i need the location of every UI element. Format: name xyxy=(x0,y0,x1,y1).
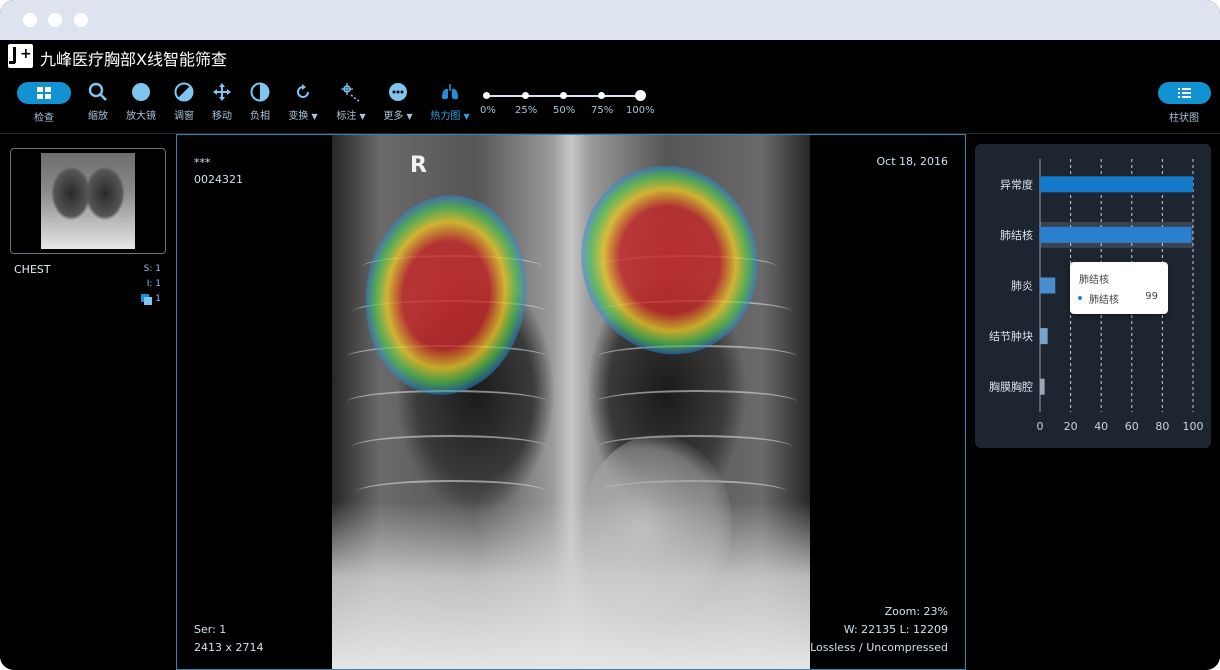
tool-label: 热力图 xyxy=(430,111,461,122)
series-thumbnail[interactable] xyxy=(10,148,166,254)
lungs-icon xyxy=(426,82,474,104)
annotate-icon xyxy=(327,82,375,104)
slider-label: 25% xyxy=(515,105,538,116)
tool-label: 负相 xyxy=(250,111,270,122)
slider-label: 50% xyxy=(553,105,576,116)
toolbar: 检查 缩放 放大镜 调窗 移动 负相 变换 ▼ 标注 ▼ 更多 ▼ 热力图 ▼ … xyxy=(0,72,1220,134)
tooltip-value: 99 xyxy=(1145,291,1158,302)
bar[interactable] xyxy=(1040,226,1192,243)
zoom-readout: Zoom: 23% xyxy=(884,605,948,618)
slider-label: 0% xyxy=(480,105,496,116)
series-label: CHEST xyxy=(14,263,51,276)
tool-annotate[interactable]: 标注 ▼ xyxy=(327,82,375,122)
slider-stop[interactable] xyxy=(598,92,605,99)
list-icon xyxy=(1178,88,1191,98)
series-panel: CHEST S: 1 I: 1 1 xyxy=(0,134,176,670)
chart-panel: 0 20 40 60 80 100 异常度 肺结核 肺炎 结节肿块 胸膜胸腔 xyxy=(966,134,1220,670)
category-label: 胸膜胸腔 xyxy=(989,380,1033,394)
window-dot-2[interactable] xyxy=(48,13,62,27)
stack-icon xyxy=(141,294,153,306)
x-tick-label: 100 xyxy=(1183,420,1204,433)
app-title: 九峰医疗胸部X线智能筛查 xyxy=(40,50,227,69)
magnifier-icon xyxy=(117,82,165,104)
x-tick-label: 60 xyxy=(1125,420,1139,433)
title-bar: + 九峰医疗胸部X线智能筛查 xyxy=(0,40,1220,72)
tool-transform[interactable]: 变换 ▼ xyxy=(279,82,327,122)
tool-label: 标注 xyxy=(336,111,357,122)
chest-xray-image: R xyxy=(332,135,810,669)
orientation-marker: R xyxy=(410,153,427,178)
stack-count: 1 xyxy=(155,294,161,304)
window-level-readout: W: 22135 L: 12209 xyxy=(843,623,948,636)
inspect-label: 检查 xyxy=(34,113,54,124)
slider-stop[interactable] xyxy=(522,92,529,99)
app-window: + 九峰医疗胸部X线智能筛查 检查 缩放 放大镜 调窗 移动 负相 变换 ▼ 标… xyxy=(0,0,1220,670)
patient-name: *** xyxy=(194,156,211,169)
window-dot-1[interactable] xyxy=(23,13,37,27)
series-number: Ser: 1 xyxy=(194,623,227,636)
more-icon xyxy=(374,82,422,104)
tool-label: 放大镜 xyxy=(126,111,156,122)
app-logo: + xyxy=(8,44,33,68)
tool-label: 变换 xyxy=(288,111,309,122)
chest-thumbnail-image xyxy=(41,153,135,249)
tool-label: 更多 xyxy=(383,111,404,122)
rotate-icon xyxy=(279,82,327,104)
tooltip-series-label: 肺结核 xyxy=(1089,295,1119,306)
heatmap-slider-knob[interactable] xyxy=(634,90,646,101)
category-label: 肺炎 xyxy=(1011,280,1033,293)
bar[interactable] xyxy=(1040,378,1045,395)
slider-stop[interactable] xyxy=(483,92,490,99)
study-date: Oct 18, 2016 xyxy=(876,155,949,168)
search-icon xyxy=(74,82,122,104)
x-tick-label: 20 xyxy=(1064,420,1078,433)
x-tick-label: 0 xyxy=(1037,420,1044,433)
tool-magnifier[interactable]: 放大镜 xyxy=(117,82,165,122)
window-dot-3[interactable] xyxy=(74,13,88,27)
slider-stop[interactable] xyxy=(560,92,567,99)
chevron-down-icon: ▼ xyxy=(359,112,366,121)
slider-label: 75% xyxy=(591,105,614,116)
patient-id: 0024321 xyxy=(194,173,243,186)
grid-icon xyxy=(37,87,51,99)
slider-label: 100% xyxy=(626,105,655,116)
bar[interactable] xyxy=(1040,277,1056,294)
tool-invert[interactable]: 负相 xyxy=(236,82,284,122)
chart-toggle-button[interactable] xyxy=(1158,82,1211,104)
chevron-down-icon: ▼ xyxy=(311,112,318,121)
chevron-down-icon: ▼ xyxy=(406,112,413,121)
chevron-down-icon: ▼ xyxy=(463,112,470,121)
category-label: 肺结核 xyxy=(1000,228,1033,242)
image-count: I: 1 xyxy=(146,279,161,289)
inspect-button[interactable] xyxy=(17,82,71,104)
chart-tooltip: 肺结核 肺结核 99 xyxy=(1070,262,1168,314)
bar[interactable] xyxy=(1040,176,1193,193)
tooltip-series-dot xyxy=(1078,296,1082,300)
window-chrome xyxy=(0,0,1220,40)
chart-toggle-label: 柱状图 xyxy=(1169,113,1199,124)
category-label: 异常度 xyxy=(1000,177,1033,191)
tooltip-title: 肺结核 xyxy=(1079,275,1109,286)
series-count: S: 1 xyxy=(143,264,161,274)
bar[interactable] xyxy=(1040,328,1048,345)
tool-label: 缩放 xyxy=(88,111,108,122)
compression-status: Lossless / Uncompressed xyxy=(810,641,948,654)
tool-heatmap[interactable]: 热力图 ▼ xyxy=(426,82,474,122)
x-tick-label: 40 xyxy=(1094,420,1108,433)
invert-icon xyxy=(236,82,284,104)
image-dimensions: 2413 x 2714 xyxy=(194,641,264,654)
x-tick-label: 80 xyxy=(1155,420,1169,433)
image-viewer[interactable]: R *** 0024321 Oct 18, 2016 Ser: 1 2413 x… xyxy=(176,134,966,670)
tool-zoom[interactable]: 缩放 xyxy=(74,82,122,122)
tool-more[interactable]: 更多 ▼ xyxy=(374,82,422,122)
category-label: 结节肿块 xyxy=(989,329,1033,343)
